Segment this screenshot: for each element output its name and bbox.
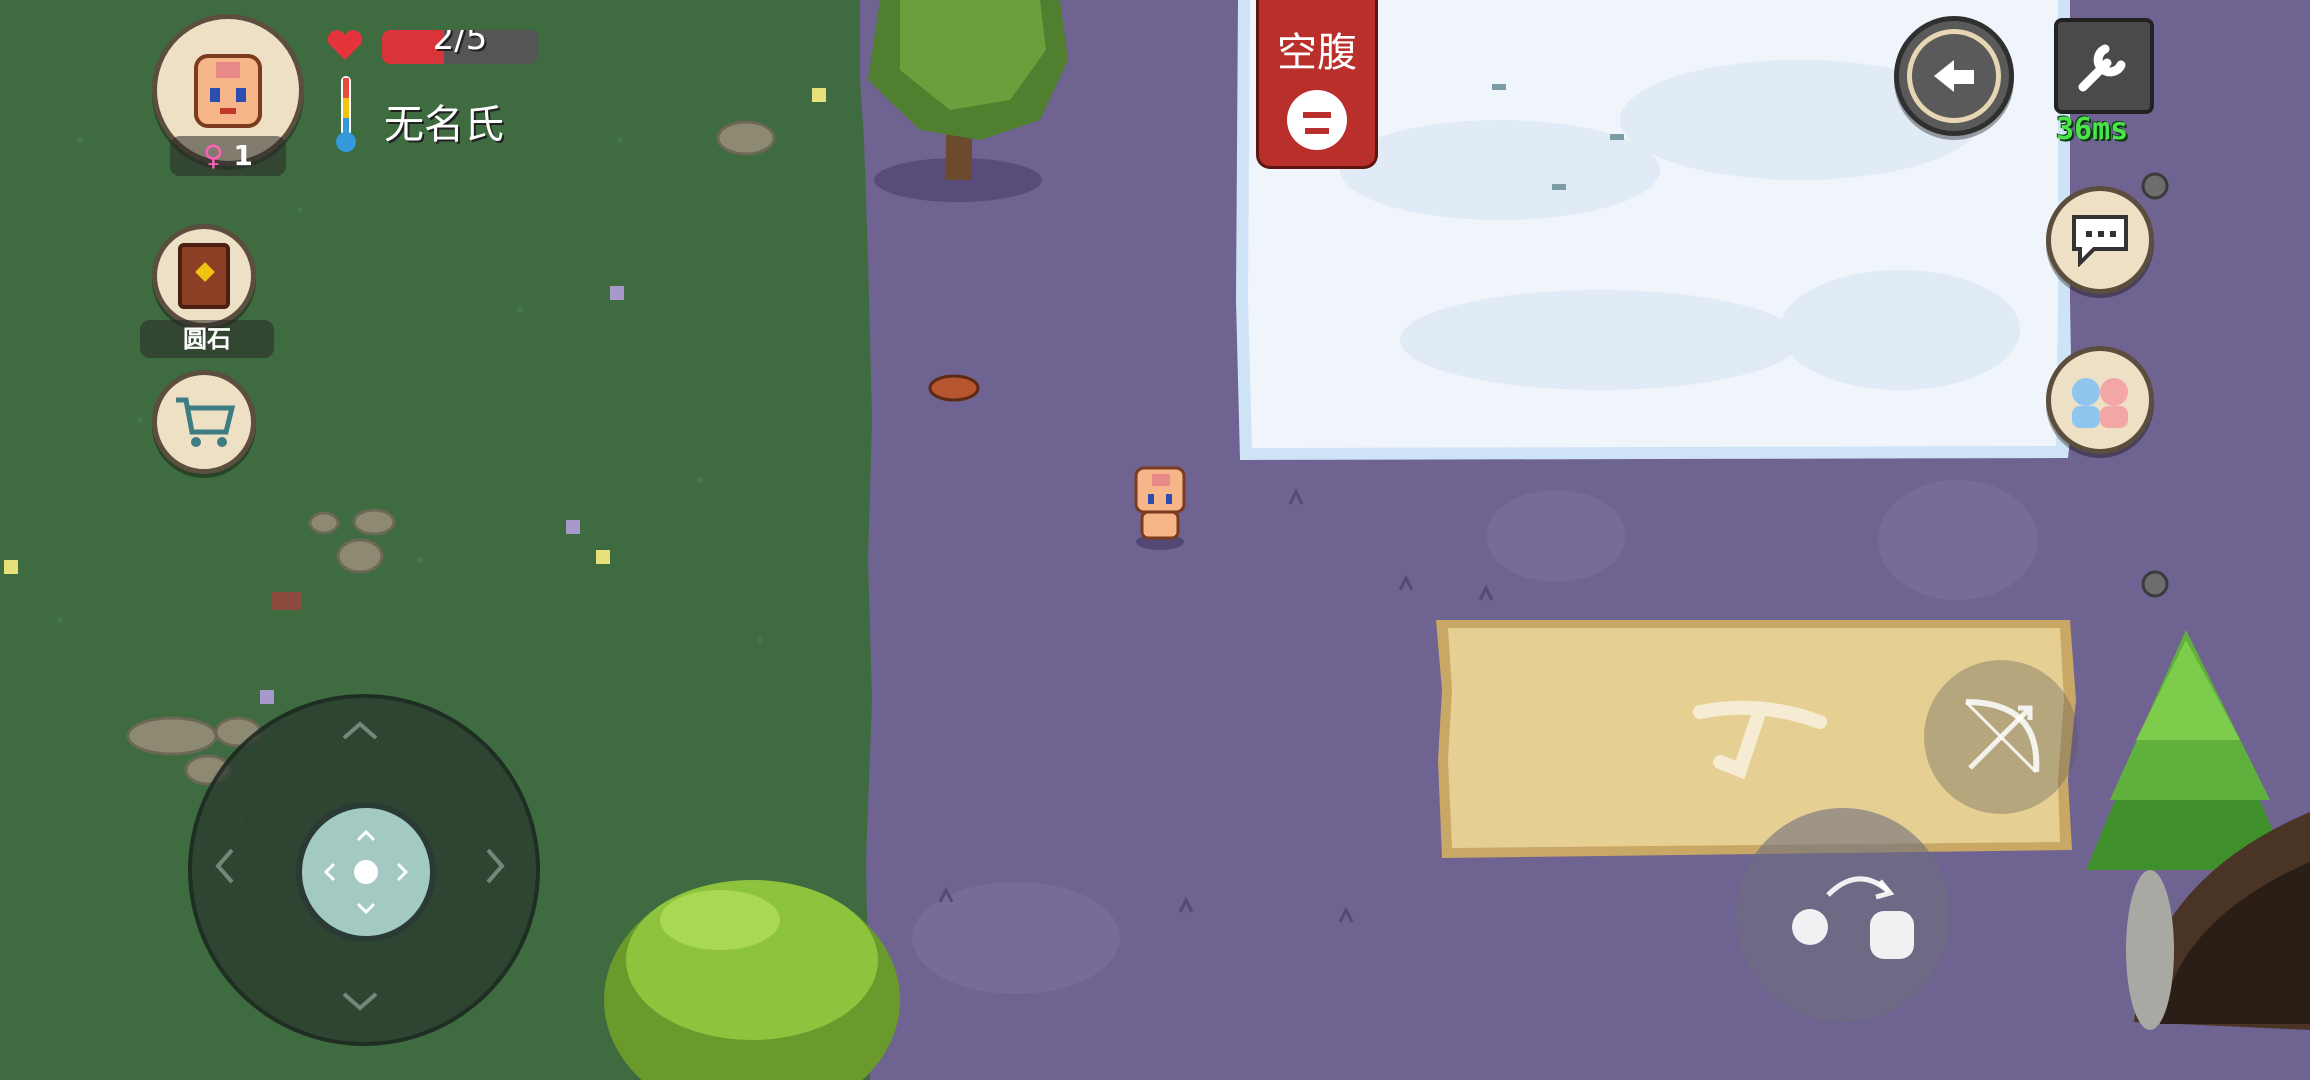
dpad-icon [323, 829, 409, 915]
virtual-joystick[interactable] [188, 694, 540, 1046]
status-label: 空腹 [1277, 30, 1357, 76]
bow-action-button[interactable] [1924, 660, 2078, 814]
throw-action-button[interactable] [1736, 808, 1950, 1022]
back-arrow-icon [1934, 60, 1974, 92]
heart-icon [326, 28, 364, 66]
settings-button[interactable] [2054, 18, 2154, 114]
bow-icon [1964, 699, 2040, 774]
shopping-cart-icon [176, 397, 236, 447]
book-icon [178, 243, 230, 309]
gender-symbol: ♀ [203, 139, 224, 172]
joystick-knob[interactable] [296, 802, 436, 942]
player-character [1134, 466, 1186, 550]
health-bar: 2/5 [382, 30, 538, 64]
book-slot-button[interactable] [152, 224, 256, 328]
ping-indicator: 36ms [2056, 112, 2129, 147]
player-name: 无名氏 [384, 102, 504, 148]
status-tag: 空腹 [1256, 0, 1378, 169]
avatar-face-icon [194, 54, 262, 128]
chat-button[interactable] [2046, 186, 2154, 294]
thermometer-icon [332, 74, 360, 158]
gender-level-badge: ♀ 1 [170, 136, 286, 176]
wrench-icon [2078, 44, 2126, 92]
shop-button[interactable] [152, 370, 256, 474]
friends-icon [2072, 378, 2128, 428]
slot-label: 圆石 [140, 320, 274, 358]
player-level: 1 [233, 139, 253, 172]
throw-icon [1792, 876, 1914, 959]
friends-button[interactable] [2046, 346, 2154, 454]
chat-bubble-icon [2072, 215, 2128, 267]
hungry-face-icon [1287, 90, 1347, 150]
health-text: 2/5 [432, 30, 488, 58]
back-button[interactable] [1894, 16, 2014, 136]
